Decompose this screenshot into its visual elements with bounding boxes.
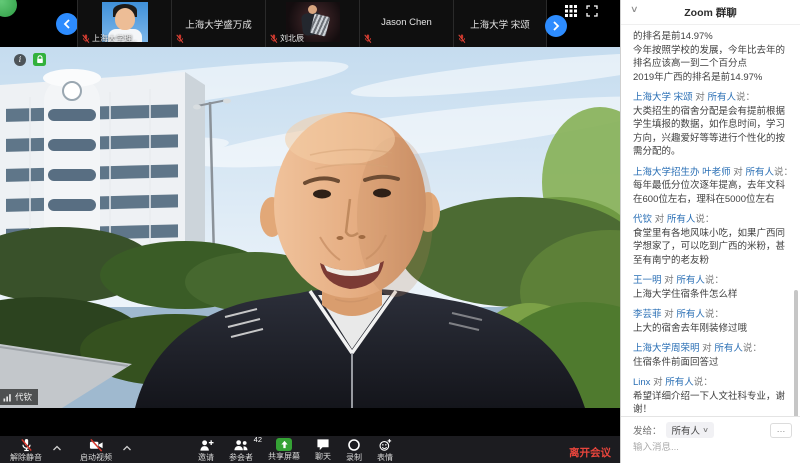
chevron-left-icon xyxy=(63,19,71,29)
chat-message: Linx 对 所有人说：希望详细介绍一下人文社科专业，谢谢！ xyxy=(633,376,794,417)
participant-thumbnail[interactable]: 上海大学 宋颂 xyxy=(453,0,547,47)
participant-name-label: 上海大学理.. xyxy=(92,33,136,44)
chat-message-sender: 上海大学周荣明 对 所有人说： xyxy=(633,342,794,356)
chat-message-text: 的排名是前14.97% 今年按照学校的发展，今年比去年的排名应该高一到二个百分点… xyxy=(633,30,794,84)
muted-mic-icon xyxy=(20,438,33,452)
filmstrip-prev-button[interactable] xyxy=(56,13,78,35)
gallery-view-icon[interactable] xyxy=(565,5,577,17)
chat-bubble-icon xyxy=(316,438,330,451)
chat-message: 上海大学 宋颂 对 所有人说：大类招生的宿舍分配是会有提前根据学生填报的数据，如… xyxy=(633,91,794,159)
chat-message-text: 每年最低分位次逐年提高，去年文科在600位左右，理科在5000位左右 xyxy=(633,179,794,206)
chat-collapse-chevron-icon[interactable]: ∨ xyxy=(630,4,639,15)
chat-message-text: 大类招生的宿舍分配是会有提前根据学生填报的数据，如作息时间，学习方向，兴趣爱好等… xyxy=(633,105,794,159)
encryption-lock-icon[interactable] xyxy=(33,53,46,66)
active-speaker-video: i 代钦 xyxy=(0,47,620,408)
chat-panel-title: Zoom 群聊 xyxy=(684,5,737,20)
record-button[interactable]: 录制 xyxy=(346,436,362,462)
share-screen-icon xyxy=(276,438,292,451)
chat-message-sender: 代钦 对 所有人说： xyxy=(633,213,794,227)
muted-mic-icon xyxy=(458,34,466,44)
chat-more-button[interactable]: … xyxy=(770,423,792,438)
participant-count-badge: 42 xyxy=(254,435,262,444)
participants-icon xyxy=(233,438,249,452)
chat-footer: 发给： 所有人 ∨ … xyxy=(621,416,800,463)
chat-message: 上海大学周荣明 对 所有人说：住宿条件前面回答过 xyxy=(633,342,794,369)
invite-button[interactable]: 邀请 xyxy=(198,436,214,462)
chat-message: 上海大学招生办 叶老师 对 所有人说：每年最低分位次逐年提高，去年文科在600位… xyxy=(633,166,794,207)
participants-button[interactable]: 42 参会者 xyxy=(229,436,253,462)
chat-message-sender: Linx 对 所有人说： xyxy=(633,376,794,390)
chat-message-list: 的排名是前14.97% 今年按照学校的发展，今年比去年的排名应该高一到二个百分点… xyxy=(621,26,800,417)
chat-message-text: 上海大学住宿条件怎么样 xyxy=(633,288,794,302)
participants-filmstrip: 上海大学理.. 上海大学盛万成 刘北辰 xyxy=(0,0,620,47)
muted-mic-icon xyxy=(176,34,184,44)
send-to-label: 发给： xyxy=(633,423,662,437)
participant-name-label: 上海大学盛万成 xyxy=(172,17,265,31)
fullscreen-icon[interactable] xyxy=(586,5,598,17)
record-icon xyxy=(347,438,361,452)
chat-message-text: 希望详细介绍一下人文社科专业，谢谢！ xyxy=(633,390,794,417)
chat-message: 的排名是前14.97% 今年按照学校的发展，今年比去年的排名应该高一到二个百分点… xyxy=(633,30,794,84)
smiley-reactions-icon xyxy=(378,438,392,452)
chat-message-input[interactable] xyxy=(633,442,783,453)
chat-message-text: 上大的宿舍去年刚装修过哦 xyxy=(633,322,794,336)
app-logo-icon xyxy=(0,0,17,17)
chevron-up-icon xyxy=(52,445,62,451)
chevron-right-icon xyxy=(552,21,560,31)
start-video-button[interactable]: 启动视频 xyxy=(80,436,112,462)
participant-thumbnail[interactable]: 上海大学盛万成 xyxy=(171,0,265,47)
zoom-meeting-window: 上海大学理.. 上海大学盛万成 刘北辰 xyxy=(0,0,800,463)
chat-scrollbar[interactable] xyxy=(794,290,798,418)
reactions-button[interactable]: 表情 xyxy=(377,436,393,462)
active-speaker-name-label: 代钦 xyxy=(0,389,38,405)
chat-message: 代钦 对 所有人说：食堂里有各地风味小吃，如果广西同学想家了，可以吃到广西的米粉… xyxy=(633,213,794,267)
filmstrip-cells: 上海大学理.. 上海大学盛万成 刘北辰 xyxy=(77,0,547,47)
chat-message-sender: 王一明 对 所有人说： xyxy=(633,274,794,288)
chevron-down-icon: ∨ xyxy=(702,426,709,434)
chat-message: 李芸菲 对 所有人说：上大的宿舍去年刚装修过哦 xyxy=(633,308,794,335)
participant-name-label: Jason Chen xyxy=(360,17,453,28)
participant-name-label: 上海大学 宋颂 xyxy=(454,17,546,31)
mic-options-chevron[interactable] xyxy=(48,436,66,454)
chat-message-sender: 李芸菲 对 所有人说： xyxy=(633,308,794,322)
muted-mic-icon xyxy=(364,34,372,44)
invite-person-icon xyxy=(199,438,214,452)
speaker-video-frame xyxy=(0,47,620,408)
participant-thumbnail[interactable]: 上海大学理.. xyxy=(77,0,171,47)
chat-message-sender: 上海大学招生办 叶老师 对 所有人说： xyxy=(633,166,794,180)
muted-mic-icon xyxy=(270,34,278,44)
audio-level-icon xyxy=(3,393,12,402)
participant-thumbnail[interactable]: 刘北辰 xyxy=(265,0,359,47)
chat-panel: ∨ Zoom 群聊 的排名是前14.97% 今年按照学校的发展，今年比去年的排名… xyxy=(620,0,800,463)
filmstrip-next-button[interactable] xyxy=(545,15,567,37)
chat-message-text: 住宿条件前面回答过 xyxy=(633,356,794,370)
participant-thumbnail[interactable]: Jason Chen xyxy=(359,0,453,47)
chat-message-text: 食堂里有各地风味小吃，如果广西同学想家了，可以吃到广西的米粉，甚至有南宁的老友粉 xyxy=(633,227,794,268)
camera-off-icon xyxy=(89,438,104,452)
meeting-main-area: 上海大学理.. 上海大学盛万成 刘北辰 xyxy=(0,0,620,463)
send-to-dropdown[interactable]: 所有人 ∨ xyxy=(666,422,715,438)
participant-name-label: 刘北辰 xyxy=(280,33,304,44)
leave-meeting-button[interactable]: 离开会议 xyxy=(569,447,611,459)
share-screen-button[interactable]: 共享屏幕 xyxy=(268,436,300,461)
muted-mic-icon xyxy=(82,34,90,44)
unmute-button[interactable]: 解除静音 xyxy=(10,436,42,462)
chat-button[interactable]: 聊天 xyxy=(315,436,331,461)
chat-header: ∨ Zoom 群聊 xyxy=(621,0,800,25)
video-options-chevron[interactable] xyxy=(118,436,136,454)
chevron-up-icon xyxy=(122,445,132,451)
meeting-info-icon[interactable]: i xyxy=(14,54,26,66)
meeting-toolbar: 解除静音 启动视频 邀请 42 xyxy=(0,436,620,463)
chat-message: 王一明 对 所有人说：上海大学住宿条件怎么样 xyxy=(633,274,794,301)
chat-message-sender: 上海大学 宋颂 对 所有人说： xyxy=(633,91,794,105)
